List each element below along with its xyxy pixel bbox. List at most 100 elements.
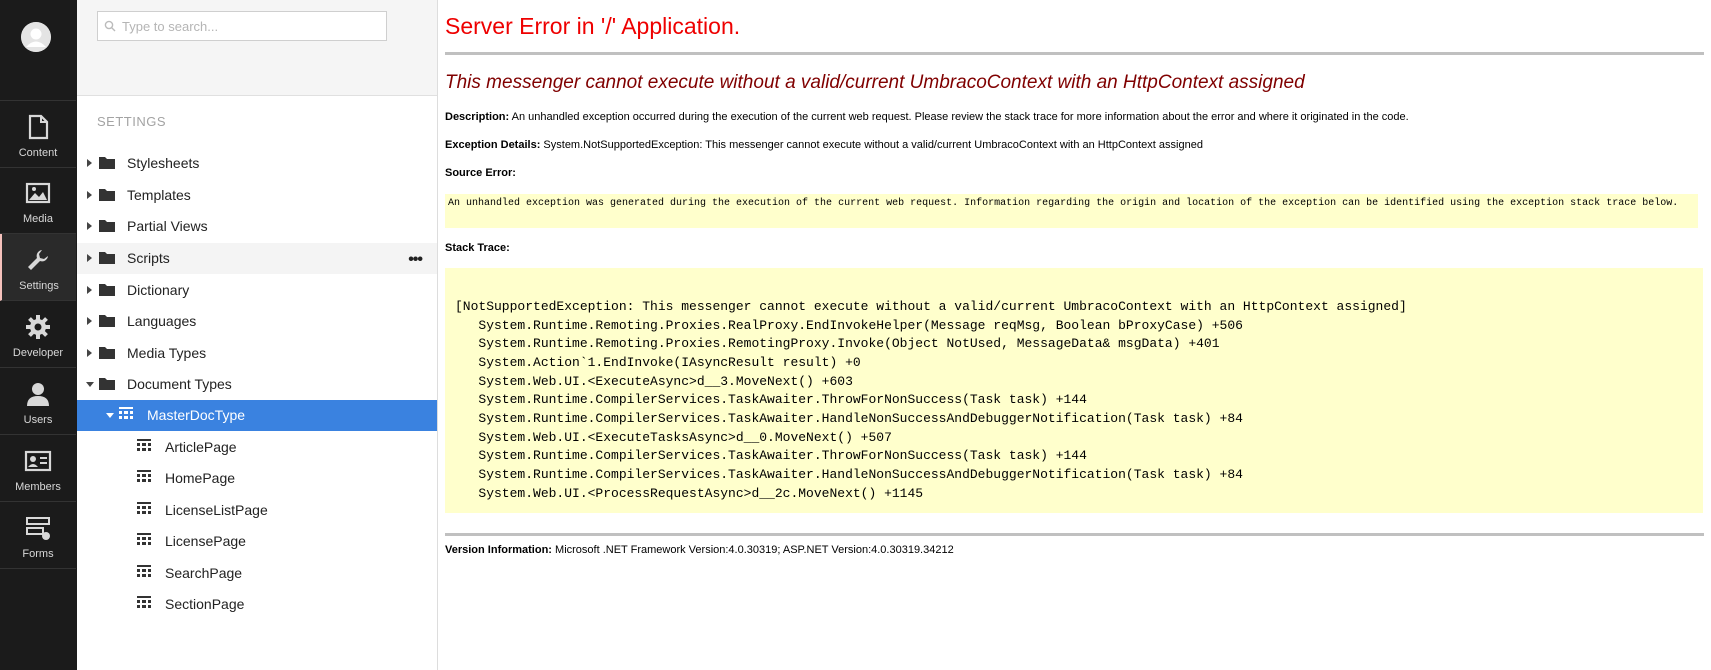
sections-sidebar: Content Media Settings Developer Users M… <box>0 0 77 670</box>
section-label: Content <box>18 147 58 159</box>
search-icon <box>104 20 116 32</box>
tree-node-label: LicenseListPage <box>165 502 268 518</box>
tree-node-licenselistpage[interactable]: LicenseListPage <box>77 495 437 526</box>
document-icon <box>28 114 49 140</box>
exception-details-label: Exception Details: <box>445 139 541 151</box>
forms-icon <box>26 517 50 540</box>
tree-node-label: LicensePage <box>165 533 246 549</box>
section-forms[interactable]: Forms <box>0 502 76 569</box>
exception-details-line: Exception Details: System.NotSupportedEx… <box>445 139 1203 151</box>
tree-node-media-types[interactable]: Media Types <box>77 338 437 369</box>
tree-node-label: Languages <box>127 313 197 329</box>
version-info-label: Version Information: <box>445 544 552 556</box>
document-type-icon <box>137 533 151 545</box>
section-label: Forms <box>22 548 54 560</box>
version-info-line: Version Information: Microsoft .NET Fram… <box>445 544 954 556</box>
gear-icon <box>26 315 50 339</box>
folder-icon <box>99 220 115 232</box>
document-type-icon <box>137 470 151 482</box>
document-type-icon <box>137 439 151 451</box>
tree-node-label: Partial Views <box>127 218 208 234</box>
description-text: An unhandled exception occurred during t… <box>511 111 1409 123</box>
section-media[interactable]: Media <box>0 167 76 234</box>
folder-icon <box>99 315 115 327</box>
expand-caret-icon[interactable] <box>87 222 92 230</box>
stack-line: System.Runtime.CompilerServices.TaskAwai… <box>455 448 1087 463</box>
description-label: Description: <box>445 111 510 123</box>
section-settings[interactable]: Settings <box>0 234 76 301</box>
expand-caret-icon[interactable] <box>87 191 92 199</box>
expand-caret-icon[interactable] <box>87 254 92 262</box>
folder-icon <box>99 189 115 201</box>
stack-line: System.Web.UI.<ProcessRequestAsync>d__2c… <box>455 486 924 501</box>
search-input[interactable] <box>118 12 386 40</box>
section-content[interactable]: Content <box>0 100 76 168</box>
version-info-text: Microsoft .NET Framework Version:4.0.303… <box>555 544 954 556</box>
tree-node-label: Stylesheets <box>127 155 200 171</box>
description-line: Description: An unhandled exception occu… <box>445 111 1409 123</box>
document-type-icon <box>137 502 151 514</box>
tree-node-label: Dictionary <box>127 282 190 298</box>
folder-icon <box>99 157 115 169</box>
tree-node-templates[interactable]: Templates <box>77 180 437 211</box>
tree-node-stylesheets[interactable]: Stylesheets <box>77 148 437 179</box>
expand-caret-icon[interactable] <box>87 286 92 294</box>
node-actions-button[interactable]: ••• <box>408 251 423 269</box>
stack-trace-heading: Stack Trace: <box>445 242 510 254</box>
tree-node-partial-views[interactable]: Partial Views <box>77 211 437 242</box>
section-members[interactable]: Members <box>0 435 76 502</box>
avatar[interactable] <box>21 22 51 52</box>
section-label: Media <box>23 213 53 225</box>
tree-node-homepage[interactable]: HomePage <box>77 463 437 494</box>
tree-node-label: ArticlePage <box>165 439 237 455</box>
tree-node-label: MasterDocType <box>147 407 246 423</box>
search-box[interactable] <box>97 11 387 41</box>
section-users[interactable]: Users <box>0 368 76 435</box>
tree-node-masterdoctype[interactable]: MasterDocType <box>77 400 437 431</box>
section-label: Settings <box>19 280 59 292</box>
document-type-icon <box>137 596 151 608</box>
tree-node-label: SectionPage <box>165 596 245 612</box>
stack-line: System.Runtime.Remoting.Proxies.RealProx… <box>455 318 1243 333</box>
folder-icon <box>99 284 115 296</box>
tree-node-licensepage[interactable]: LicensePage <box>77 526 437 557</box>
collapse-caret-icon[interactable] <box>86 382 94 387</box>
stack-line: System.Runtime.CompilerServices.TaskAwai… <box>455 467 1243 482</box>
search-area <box>77 0 437 96</box>
exception-details-text: System.NotSupportedException: This messe… <box>543 139 1203 151</box>
tree-node-articlepage[interactable]: ArticlePage <box>77 432 437 463</box>
tree-node-scripts[interactable]: Scripts ••• <box>77 243 437 274</box>
tree-node-searchpage[interactable]: SearchPage <box>77 558 437 589</box>
collapse-caret-icon[interactable] <box>106 413 114 418</box>
tree-node-sectionpage[interactable]: SectionPage <box>77 589 437 620</box>
expand-caret-icon[interactable] <box>87 349 92 357</box>
tree-node-label: Media Types <box>127 345 207 361</box>
error-message: This messenger cannot execute without a … <box>445 72 1305 93</box>
source-error-text: An unhandled exception was generated dur… <box>448 198 1679 209</box>
id-card-icon <box>24 450 52 472</box>
section-label: Users <box>23 414 53 426</box>
stack-trace-label: Stack Trace: <box>445 242 510 254</box>
tree-node-label: SearchPage <box>165 565 243 581</box>
stack-line: System.Runtime.Remoting.Proxies.Remoting… <box>455 336 1220 351</box>
source-error-box: An unhandled exception was generated dur… <box>445 194 1698 228</box>
tree-node-document-types[interactable]: Document Types <box>77 369 437 400</box>
page-title: Server Error in '/' Application. <box>445 13 741 39</box>
document-type-icon <box>119 407 133 419</box>
tree-node-dictionary[interactable]: Dictionary <box>77 275 437 306</box>
section-developer[interactable]: Developer <box>0 301 76 368</box>
section-label: Developer <box>12 347 64 359</box>
expand-caret-icon[interactable] <box>87 159 92 167</box>
user-avatar-icon <box>21 22 51 52</box>
folder-icon <box>99 347 115 359</box>
tree-panel: SETTINGS Stylesheets Templates Partial V… <box>77 0 438 670</box>
tree-node-languages[interactable]: Languages <box>77 306 437 337</box>
stack-line: System.Runtime.CompilerServices.TaskAwai… <box>455 392 1087 407</box>
section-label: Members <box>15 481 61 493</box>
stack-trace-box: [NotSupportedException: This messenger c… <box>445 268 1703 513</box>
tree-node-label: Scripts <box>127 250 170 266</box>
divider <box>445 533 1704 536</box>
expand-caret-icon[interactable] <box>87 317 92 325</box>
user-icon <box>27 383 49 406</box>
wrench-icon <box>28 250 48 270</box>
